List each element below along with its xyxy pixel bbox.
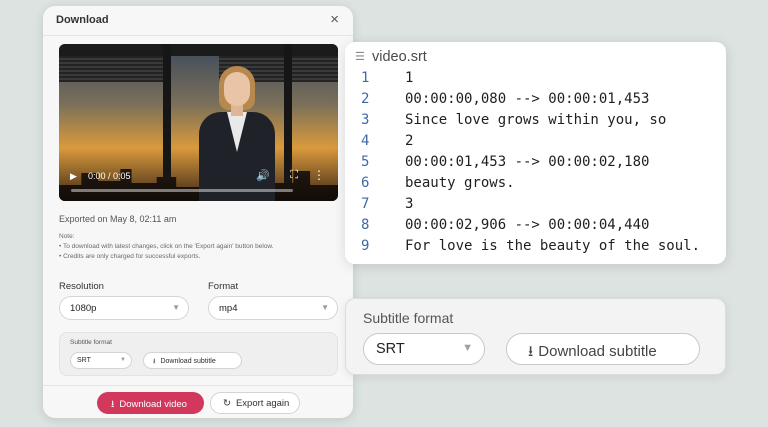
subtitle-panel: Subtitle format SRT ▼ ⭳ Download subtitle xyxy=(59,332,338,376)
resolution-value: 1080p xyxy=(70,303,97,314)
resolution-select[interactable]: 1080p ▼ xyxy=(59,296,189,320)
more-options-icon[interactable]: ⋮ xyxy=(313,168,325,182)
code-line: 7 3 xyxy=(345,196,726,217)
line-text: 00:00:00,080 --> 00:00:01,453 xyxy=(405,91,650,107)
download-icon: ⭳ xyxy=(111,399,115,410)
subtitle-format-select[interactable]: SRT ▼ xyxy=(70,352,132,369)
volume-icon[interactable]: 🔊 xyxy=(256,169,270,182)
resolution-label: Resolution xyxy=(59,281,104,292)
export-again-button[interactable]: ↻ Export again xyxy=(210,392,300,414)
line-number: 9 xyxy=(361,238,370,254)
video-progress-bar[interactable] xyxy=(71,189,293,192)
window-frame-top xyxy=(59,44,338,56)
line-number: 8 xyxy=(361,217,370,233)
note-heading: Note: xyxy=(59,233,75,240)
line-number: 7 xyxy=(361,196,370,212)
download-video-label: Download video xyxy=(119,399,187,410)
chevron-down-icon: ▼ xyxy=(321,303,329,312)
line-text: For love is the beauty of the soul. xyxy=(405,238,701,254)
code-line: 2 00:00:00,080 --> 00:00:01,453 xyxy=(345,91,726,112)
subtitle-format-card: Subtitle format SRT ▼ ⭳ Download subtitle xyxy=(345,298,726,375)
play-icon[interactable]: ▶ xyxy=(70,171,77,182)
exported-timestamp: Exported on May 8, 02:11 am xyxy=(59,214,177,224)
format-value: mp4 xyxy=(219,303,238,314)
line-number: 2 xyxy=(361,91,370,107)
fullscreen-icon[interactable]: ⛶ xyxy=(290,169,298,182)
chevron-down-icon: ▼ xyxy=(462,342,473,354)
line-number: 6 xyxy=(361,175,370,191)
download-subtitle-label: Download subtitle xyxy=(160,358,216,365)
subtitle-format-card-value: SRT xyxy=(376,341,405,357)
file-lines-icon: ☰ xyxy=(355,51,365,63)
line-text: Since love grows within you, so xyxy=(405,112,667,128)
video-player[interactable]: ▶ 0:00 / 0:05 🔊 ⛶ ⋮ xyxy=(59,44,338,201)
srt-file-title: video.srt xyxy=(372,49,427,65)
note-item: • Credits are only charged for successfu… xyxy=(59,253,201,260)
dialog-header: Download × xyxy=(43,6,353,36)
line-text: beauty grows. xyxy=(405,175,515,191)
chevron-down-icon: ▼ xyxy=(120,357,126,363)
subtitle-format-card-label: Subtitle format xyxy=(363,310,454,326)
line-text: 3 xyxy=(405,196,414,212)
srt-preview-card: ☰ video.srt 1 1 2 00:00:00,080 --> 00:00… xyxy=(345,42,726,264)
line-number: 3 xyxy=(361,112,370,128)
line-number: 5 xyxy=(361,154,370,170)
format-label: Format xyxy=(208,281,239,292)
line-number: 1 xyxy=(361,70,370,86)
line-text: 2 xyxy=(405,133,414,149)
export-again-label: Export again xyxy=(235,398,290,409)
code-line: 3 Since love grows within you, so xyxy=(345,112,726,133)
code-line: 4 2 xyxy=(345,133,726,154)
subtitle-card-download-label: Download subtitle xyxy=(538,343,657,360)
refresh-icon: ↻ xyxy=(223,398,231,409)
dialog-footer: ⭳ Download video ↻ Export again xyxy=(43,385,353,418)
line-number: 4 xyxy=(361,133,370,149)
format-select[interactable]: mp4 ▼ xyxy=(208,296,338,320)
code-line: 5 00:00:01,453 --> 00:00:02,180 xyxy=(345,154,726,175)
code-line: 8 00:00:02,906 --> 00:00:04,440 xyxy=(345,217,726,238)
note: Note: • To download with latest changes,… xyxy=(59,232,344,262)
line-text: 00:00:02,906 --> 00:00:04,440 xyxy=(405,217,650,233)
code-line: 9 For love is the beauty of the soul. xyxy=(345,238,726,259)
download-icon: ⭳ xyxy=(528,343,534,360)
download-dialog: Download × ▶ 0:00 / 0:05 🔊 ⛶ ⋮ Exported … xyxy=(43,6,353,418)
note-item: • To download with latest changes, click… xyxy=(59,243,274,250)
subtitle-format-card-select[interactable]: SRT ▼ xyxy=(363,333,485,365)
dialog-title: Download xyxy=(56,14,109,26)
close-icon[interactable]: × xyxy=(330,12,339,27)
code-line: 6 beauty grows. xyxy=(345,175,726,196)
subtitle-card-download-button[interactable]: ⭳ Download subtitle xyxy=(506,333,700,365)
line-text: 00:00:01,453 --> 00:00:02,180 xyxy=(405,154,650,170)
subtitle-format-label: Subtitle format xyxy=(70,339,112,346)
line-text: 1 xyxy=(405,70,414,86)
download-icon: ⭳ xyxy=(153,358,156,365)
video-time: 0:00 / 0:05 xyxy=(88,171,131,181)
download-subtitle-button[interactable]: ⭳ Download subtitle xyxy=(143,352,242,369)
subtitle-format-value: SRT xyxy=(77,357,91,364)
download-video-button[interactable]: ⭳ Download video xyxy=(97,392,204,414)
chevron-down-icon: ▼ xyxy=(172,303,180,312)
window-blind xyxy=(59,56,171,82)
code-line: 1 1 xyxy=(345,70,726,91)
